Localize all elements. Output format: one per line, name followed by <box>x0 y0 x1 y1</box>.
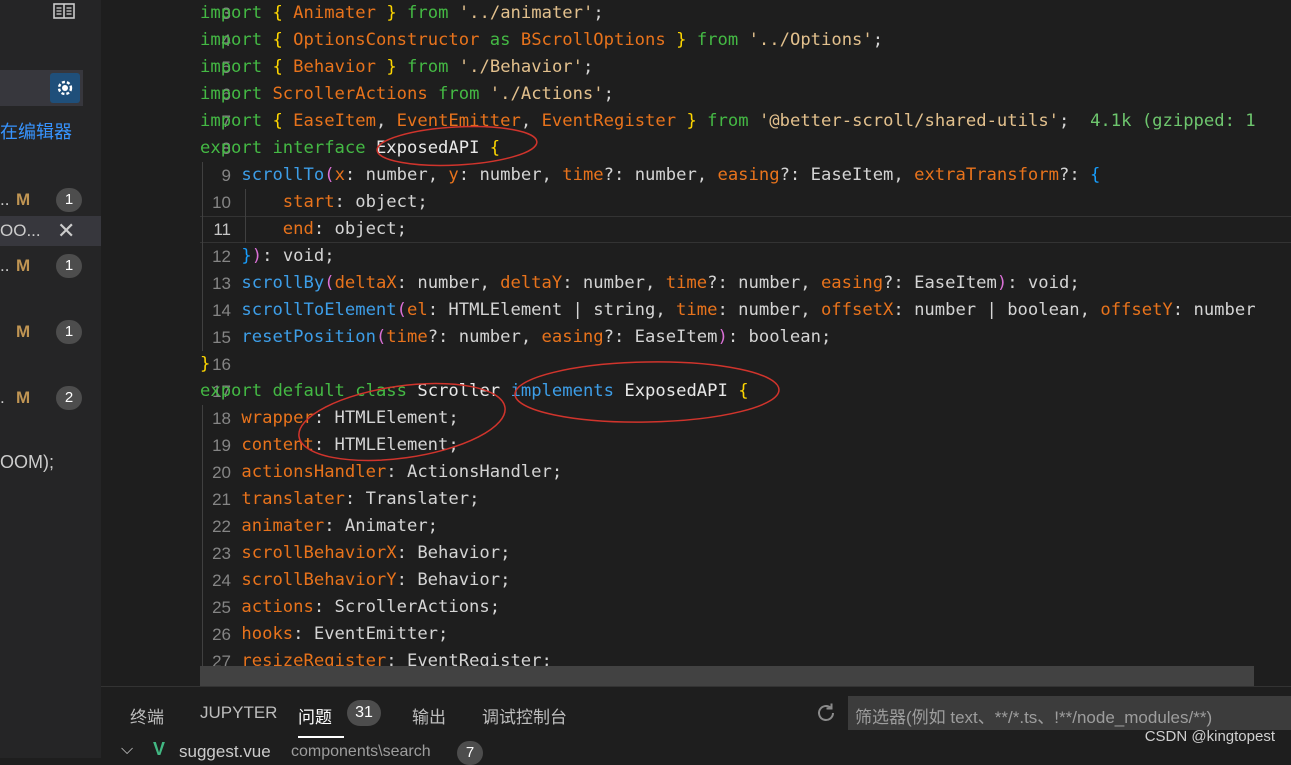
code-line[interactable]: 3 import { Animater } from '../animater'; <box>101 0 1291 27</box>
modified-status: M <box>16 388 31 407</box>
code-line[interactable]: 6 import ScrollerActions from './Actions'… <box>101 81 1291 108</box>
modified-status: M <box>16 322 31 341</box>
code-text: actions: ScrollerActions; <box>241 597 501 617</box>
code-text: import { OptionsConstructor as BScrollOp… <box>200 30 884 50</box>
code-line[interactable]: 23 scrollBehaviorX: Behavior; <box>101 540 1291 567</box>
code-text: }): void; <box>241 246 335 266</box>
problems-file-row[interactable]: ⌵ V suggest.vue components\search 7 <box>101 739 1291 765</box>
changed-file-row[interactable]: .. M 1 <box>0 251 101 281</box>
problem-count-badge: 2 <box>56 386 82 410</box>
code-line[interactable]: 12 }): void; <box>101 243 1291 270</box>
code-text: content: HTMLElement; <box>241 435 459 455</box>
chevron-down-icon[interactable]: ⌵ <box>121 741 133 759</box>
code-line[interactable]: 19 content: HTMLElement; <box>101 432 1291 459</box>
vue-file-icon: V <box>153 739 166 759</box>
code-text: export interface ExposedAPI { <box>200 138 501 158</box>
code-text: export default class Scroller implements… <box>200 381 749 401</box>
problems-filter-input[interactable]: 筛选器(例如 text、**/*.ts、!**/node_modules/**) <box>848 696 1291 730</box>
file-name: .. <box>0 190 10 209</box>
settings-gear-icon[interactable] <box>50 73 80 103</box>
code-line[interactable]: 26 hooks: EventEmitter; <box>101 621 1291 648</box>
code-text: import { Animater } from '../animater'; <box>200 3 604 23</box>
code-text: scrollBy(deltaX: number, deltaY: number,… <box>241 273 1080 293</box>
tab-debug-console[interactable]: 调试控制台 <box>482 703 567 728</box>
problem-file-path: components\search <box>291 743 431 760</box>
code-text: import ScrollerActions from './Actions'; <box>200 84 614 104</box>
active-tab-indicator <box>298 736 344 738</box>
code-line[interactable]: 17 export default class Scroller implemen… <box>101 378 1291 405</box>
code-line[interactable]: 9 scrollTo(x: number, y: number, time?: … <box>101 162 1291 189</box>
file-name: .. <box>0 256 10 275</box>
code-text: } <box>200 354 211 374</box>
changed-file-row[interactable]: M 1 <box>0 317 101 347</box>
code-text: start: object; <box>282 192 428 212</box>
problem-count-badge: 1 <box>56 320 82 344</box>
code-text: end: object; <box>282 219 407 239</box>
file-name: . <box>0 388 5 407</box>
code-line[interactable]: 5 import { Behavior } from './Behavior'; <box>101 54 1291 81</box>
code-text: wrapper: HTMLElement; <box>241 408 459 428</box>
code-text: resetPosition(time?: number, easing?: Ea… <box>241 327 832 347</box>
tab-jupyter[interactable]: JUPYTER <box>200 703 277 723</box>
code-text: hooks: EventEmitter; <box>241 624 449 644</box>
indent-guide <box>202 405 203 686</box>
open-editors-book-icon[interactable] <box>53 2 75 20</box>
indent-guide <box>202 162 203 351</box>
open-in-editor-link[interactable]: 在编辑器 <box>0 118 72 144</box>
problem-file-name: suggest.vue <box>179 742 271 761</box>
problem-file-count-badge: 7 <box>457 741 483 765</box>
code-text: animater: Animater; <box>241 516 439 536</box>
code-line[interactable]: 18 wrapper: HTMLElement; <box>101 405 1291 432</box>
code-line[interactable]: 7 import { EaseItem, EventEmitter, EventR… <box>101 108 1291 135</box>
watermark: CSDN @kingtopest <box>1144 728 1275 745</box>
filter-placeholder: 筛选器(例如 text、**/*.ts、!**/node_modules/**) <box>855 708 1213 727</box>
sidebar-text-fragment: OOM); <box>0 452 54 472</box>
close-icon[interactable]: ✕ <box>57 219 75 243</box>
tab-output[interactable]: 输出 <box>412 703 446 728</box>
code-text: actionsHandler: ActionsHandler; <box>241 462 563 482</box>
tab-terminal[interactable]: 终端 <box>130 703 164 728</box>
code-text: scrollBehaviorX: Behavior; <box>241 543 511 563</box>
code-line[interactable]: 4 import { OptionsConstructor as BScrollO… <box>101 27 1291 54</box>
tab-problems[interactable]: 问题 <box>298 703 332 728</box>
code-line[interactable]: 15 resetPosition(time?: number, easing?:… <box>101 324 1291 351</box>
code-line[interactable]: 8 export interface ExposedAPI { <box>101 135 1291 162</box>
code-line[interactable]: 16} <box>101 351 1291 378</box>
code-editor[interactable]: 3 import { Animater } from '../animater';… <box>101 0 1291 686</box>
code-line[interactable]: 24 scrollBehaviorY: Behavior; <box>101 567 1291 594</box>
file-name: OO... <box>0 221 41 240</box>
explorer-sidebar: 在编辑器 .. M 1 OO... ✕ .. M 1 M 1 . M 2 OOM… <box>0 0 101 758</box>
changed-file-row[interactable]: . M 2 <box>0 383 101 413</box>
code-text: scrollTo(x: number, y: number, time?: nu… <box>241 165 1101 185</box>
code-line[interactable]: 20 actionsHandler: ActionsHandler; <box>101 459 1291 486</box>
modified-status: M <box>16 256 31 275</box>
code-line[interactable]: 22 animater: Animater; <box>101 513 1291 540</box>
code-text: import { EaseItem, EventEmitter, EventRe… <box>200 111 1256 131</box>
code-line[interactable]: 10 start: object; <box>101 189 1291 216</box>
horizontal-scrollbar[interactable] <box>200 666 1254 686</box>
code-line[interactable]: 13 scrollBy(deltaX: number, deltaY: numb… <box>101 270 1291 297</box>
code-line[interactable]: 21 translater: Translater; <box>101 486 1291 513</box>
problem-count-badge: 1 <box>56 188 82 212</box>
code-line[interactable]: 14 scrollToElement(el: HTMLElement | str… <box>101 297 1291 324</box>
changed-file-row[interactable]: .. M 1 <box>0 185 101 215</box>
problems-count-badge: 31 <box>347 700 381 726</box>
problem-count-badge: 1 <box>56 254 82 278</box>
bottom-panel: 终端 JUPYTER 问题 31 输出 调试控制台 筛选器(例如 text、**… <box>101 686 1291 765</box>
indent-guide <box>245 189 246 243</box>
code-line[interactable]: 25 actions: ScrollerActions; <box>101 594 1291 621</box>
code-line[interactable]: 11 end: object; <box>101 216 1291 243</box>
code-text: translater: Translater; <box>241 489 480 509</box>
refresh-icon[interactable] <box>813 700 839 726</box>
code-text: import { Behavior } from './Behavior'; <box>200 57 594 77</box>
code-text: scrollBehaviorY: Behavior; <box>241 570 511 590</box>
code-text: scrollToElement(el: HTMLElement | string… <box>241 300 1256 320</box>
modified-status: M <box>16 190 31 209</box>
changed-file-row-selected[interactable]: OO... ✕ <box>0 216 101 246</box>
